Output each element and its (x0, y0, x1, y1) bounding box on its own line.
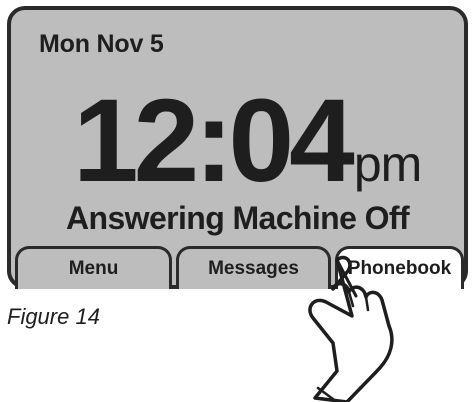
phonebook-button[interactable]: Phonebook (335, 246, 464, 289)
clock-time: 12:04 (73, 75, 355, 207)
device-screen: Mon Nov 5 12:04pm Answering Machine Off … (7, 6, 468, 289)
messages-button[interactable]: Messages (176, 246, 331, 289)
clock-ampm: pm (353, 136, 422, 192)
menu-button[interactable]: Menu (15, 246, 172, 289)
answering-machine-status: Answering Machine Off (66, 200, 410, 236)
clock-display: 12:04pm (73, 82, 422, 200)
figure-caption: Figure 14 (7, 304, 100, 329)
date-label: Mon Nov 5 (39, 30, 164, 58)
